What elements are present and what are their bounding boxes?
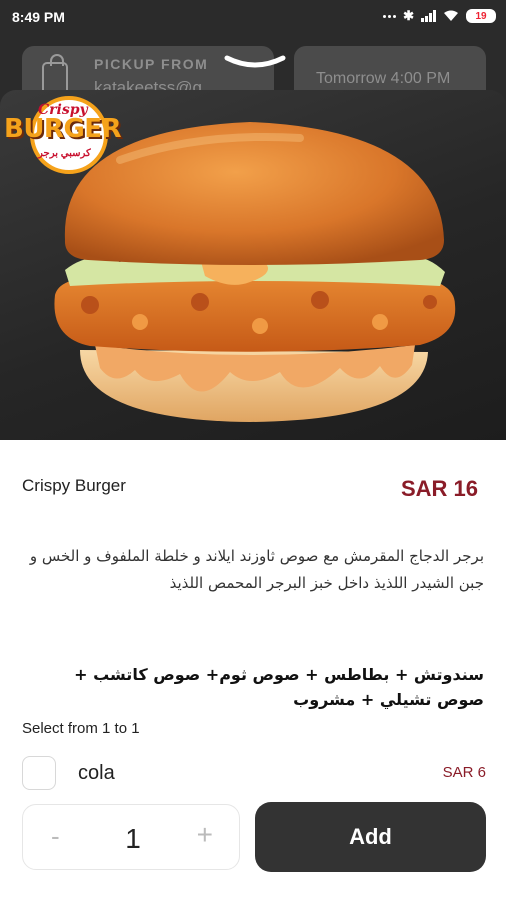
- pickup-time: Tomorrow 4:00 PM: [316, 70, 451, 87]
- pickup-label: PICKUP FROM: [94, 56, 209, 72]
- brand-logo: Crispy BURGER كرسبي برجر: [4, 96, 126, 174]
- notification-dots-icon: [383, 14, 397, 18]
- status-icons: ✱ 19: [383, 8, 496, 24]
- add-to-cart-button[interactable]: Add: [255, 802, 486, 872]
- option-price: SAR 6: [442, 764, 486, 781]
- bluetooth-icon: ✱: [403, 8, 414, 23]
- collapse-chevron-icon[interactable]: [223, 52, 287, 78]
- option-row-cola[interactable]: cola SAR 6: [22, 756, 486, 792]
- header-region: 8:49 PM ✱ 19 PICKUP FROM katakeetss@g To…: [0, 0, 506, 440]
- logo-wordmark: BURGER: [4, 114, 122, 144]
- cell-signal-icon: [421, 10, 436, 22]
- option-group-subtitle: Select from 1 to 1: [22, 720, 140, 737]
- decrease-quantity-button[interactable]: -: [51, 821, 60, 852]
- item-name: Crispy Burger: [22, 476, 126, 495]
- quantity-value: 1: [125, 823, 141, 854]
- battery-icon: 19: [466, 9, 496, 23]
- increase-quantity-button[interactable]: +: [197, 819, 213, 851]
- logo-arabic-text: كرسبي برجر: [38, 148, 91, 159]
- wifi-icon: [444, 10, 458, 21]
- option-name: cola: [78, 762, 115, 784]
- option-group-title: سندوتش + بطاطس + صوص ثوم+ صوص كاتشب + صو…: [74, 665, 484, 709]
- status-bar: 8:49 PM ✱ 19: [0, 0, 506, 34]
- status-time: 8:49 PM: [12, 9, 65, 25]
- item-price: SAR 16: [400, 476, 478, 501]
- option-checkbox[interactable]: [22, 756, 56, 790]
- battery-level: 19: [475, 10, 487, 22]
- quantity-stepper: - 1 +: [22, 804, 240, 870]
- item-description: برجر الدجاج المقرمش مع صوص ثاوزند ايلاند…: [29, 547, 484, 592]
